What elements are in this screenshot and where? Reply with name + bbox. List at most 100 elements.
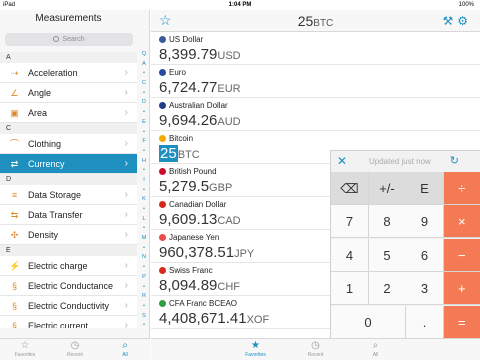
currency-row[interactable]: Euro 6,724.77EUR (151, 65, 480, 98)
close-icon[interactable]: ✕ (337, 151, 347, 172)
digit-9-key[interactable]: 9 (406, 205, 444, 239)
sidebar-item-label: Electric charge (28, 261, 88, 271)
currency-name-label: US Dollar (169, 35, 204, 44)
currency-row[interactable]: US Dollar 8,399.79USD (151, 32, 480, 65)
index-letter: • (143, 225, 145, 232)
digit-2-key[interactable]: 2 (368, 272, 407, 306)
electric-conductance-icon: § (11, 281, 17, 291)
index-letter: • (143, 147, 145, 154)
currency-row[interactable]: Australian Dollar 9,694.26AUD (151, 98, 480, 131)
currency-unit: AUD (217, 116, 241, 128)
flag-icon (159, 69, 166, 76)
currency-unit: GBP (209, 182, 233, 194)
currency-name-label: Japanese Yen (169, 233, 220, 242)
currency-amount: 6,724.77 (159, 79, 218, 96)
equals-key[interactable]: = (443, 305, 480, 339)
divide-key[interactable]: ÷ (443, 172, 480, 205)
index-letter: • (143, 322, 145, 329)
sidebar-item-label: Electric current (28, 321, 89, 328)
currency-name: Swiss Franc (159, 266, 213, 276)
currency-name: Australian Dollar (159, 101, 228, 111)
search-input[interactable]: Search (5, 33, 133, 46)
digit-3-key[interactable]: 3 (406, 272, 444, 306)
tab-label: Favorites (245, 352, 266, 358)
index-letter: F (142, 138, 146, 145)
index-letter: • (143, 167, 145, 174)
sidebar-item[interactable]: ⇄ Currency › (0, 154, 137, 174)
exponent-key[interactable]: E (406, 172, 444, 205)
digit-0-key[interactable]: 0 (331, 305, 406, 339)
sidebar-item-label: Clothing (28, 139, 62, 149)
toolbar-icons: ⚒⚙ (442, 12, 472, 30)
backspace-key[interactable]: ⌫ (331, 172, 369, 205)
digit-1-key[interactable]: 1 (331, 272, 369, 306)
decimal-key[interactable]: . (406, 305, 444, 339)
tab-all[interactable]: ⌕ All (346, 339, 406, 360)
chevron-right-icon: › (124, 260, 128, 271)
currency-name-label: Australian Dollar (169, 101, 228, 110)
tab-all[interactable]: ⌕ All (100, 339, 150, 360)
sidebar-item[interactable]: ≡ Data Storage › (0, 185, 137, 205)
index-letter: I (143, 176, 145, 183)
index-letter: E (142, 118, 146, 125)
sidebar-item[interactable]: ⚡ Electric charge › (0, 256, 137, 276)
chevron-right-icon: › (124, 107, 128, 118)
currency-value: 5,279.5GBP (159, 178, 232, 197)
section-header: D (0, 174, 137, 185)
index-letter: Q (141, 51, 147, 57)
sidebar-item[interactable]: ⇆ Data Transfer › (0, 205, 137, 225)
currency-name: Bitcoin (159, 134, 193, 144)
index-letter: P (142, 273, 146, 280)
subtract-key[interactable]: − (443, 238, 480, 272)
measurement-list: A ⇢ Acceleration › ∠ Angle › ▣ Area › C ⌒ Clothing › ⇄… (0, 52, 137, 328)
tab-favorites[interactable]: ★ Favorites (226, 339, 286, 360)
sidebar-item[interactable]: § Electric Conductance › (0, 276, 137, 296)
sidebar-item[interactable]: § Electric Conductivity › (0, 296, 137, 316)
digit-7-key[interactable]: 7 (331, 205, 369, 239)
currency-amount: 25 (159, 145, 178, 162)
currency-unit: BTC (177, 149, 200, 161)
sidebar-item[interactable]: ⌒ Clothing › (0, 134, 137, 154)
sidebar-item[interactable]: ∠ Angle › (0, 83, 137, 103)
sidebar-item[interactable]: § Electric current › (0, 316, 137, 328)
digit-6-key[interactable]: 6 (406, 238, 444, 272)
chevron-right-icon: › (124, 229, 128, 240)
tab-favorites[interactable]: ☆ Favorites (0, 339, 50, 360)
index-letter: D (142, 99, 146, 106)
refresh-icon[interactable]: ↻ (450, 151, 459, 172)
settings-icon[interactable]: ⚙ (457, 14, 472, 28)
index-letter: • (143, 186, 145, 193)
keypad: ✕ Updated just now ↻ ⌫ +/- E ÷ 7 8 9 × 4 5 6− 1 2 3 +0… (330, 150, 480, 339)
add-key[interactable]: + (443, 272, 480, 306)
sidebar-item-label: Electric Conductance (28, 281, 114, 291)
keypad-header: ✕ Updated just now ↻ (331, 151, 480, 172)
index-letter: A (142, 60, 146, 67)
density-icon: ✣ (10, 230, 19, 240)
digit-4-key[interactable]: 4 (331, 238, 369, 272)
edit-tools-icon[interactable]: ⚒ (442, 14, 457, 28)
chevron-right-icon: › (124, 189, 128, 200)
currency-name: CFA Franc BCEAO (159, 299, 237, 309)
sidebar-item[interactable]: ✣ Density › (0, 225, 137, 245)
flag-icon (159, 234, 166, 241)
currency-icon: ⇄ (10, 159, 19, 169)
section-header: C (0, 123, 137, 134)
tab-recent[interactable]: ◷ Recent (286, 339, 346, 360)
sign-key[interactable]: +/- (368, 172, 407, 205)
digit-5-key[interactable]: 5 (368, 238, 407, 272)
section-index[interactable]: Q A • C • D • E • F • H • I • K • L • M • N • P • R • S • (138, 50, 150, 330)
currency-value: 4,408,671.41XOF (159, 310, 269, 329)
tab-recent[interactable]: ◷ Recent (50, 339, 100, 360)
currency-name-label: Canadian Dollar (169, 200, 227, 209)
tab-label: Recent (307, 352, 324, 358)
digit-8-key[interactable]: 8 (368, 205, 407, 239)
index-letter: C (142, 80, 146, 87)
star-icon: ☆ (20, 340, 30, 351)
multiply-key[interactable]: × (443, 205, 480, 239)
sidebar-item[interactable]: ▣ Area › (0, 103, 137, 123)
search-icon: ⌕ (372, 340, 379, 351)
amount-unit: BTC (313, 18, 334, 29)
currency-unit: JPY (234, 248, 255, 260)
sidebar-item[interactable]: ⇢ Acceleration › (0, 63, 137, 83)
index-letter: • (143, 70, 145, 77)
